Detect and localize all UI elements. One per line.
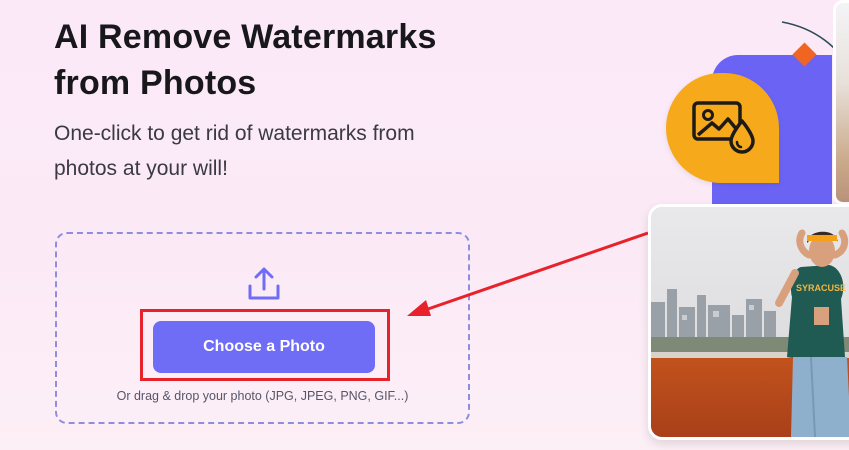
page-subtitle: One-click to get rid of watermarks from … bbox=[54, 122, 415, 180]
watermark-badge bbox=[666, 73, 779, 183]
sample-photo-image: SYRACUSE bbox=[651, 207, 849, 437]
annotation-highlight-box bbox=[140, 309, 390, 381]
shirt-text: SYRACUSE bbox=[796, 283, 846, 293]
sample-photo-card: SYRACUSE bbox=[648, 204, 849, 440]
drop-hint-text: Or drag & drop your photo (JPG, JPEG, PN… bbox=[116, 389, 409, 403]
page-title: AI Remove Watermarks from Photos bbox=[54, 18, 437, 102]
image-watermark-drop-icon bbox=[692, 101, 755, 154]
sample-photo-thumbnail bbox=[833, 0, 849, 205]
upload-icon bbox=[248, 267, 280, 300]
